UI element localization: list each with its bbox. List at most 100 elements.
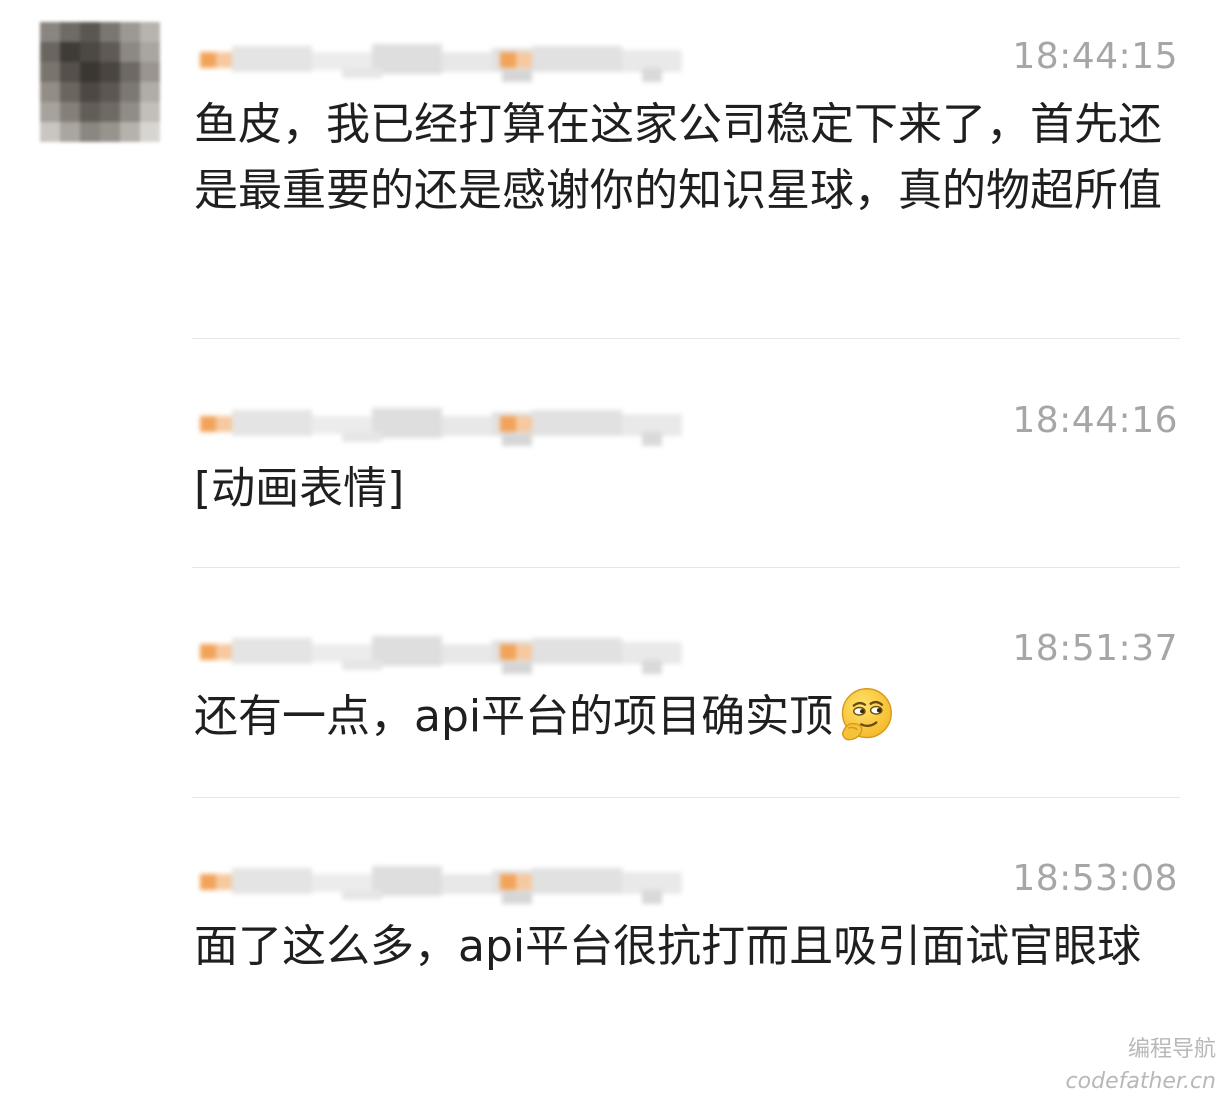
- redaction-block: [232, 46, 312, 72]
- message-timestamp: 18:44:16: [1012, 400, 1178, 441]
- redaction-block: [502, 434, 532, 446]
- avatar-pixel: [80, 122, 100, 142]
- redaction-block: [516, 644, 532, 660]
- sender-name-redacted[interactable]: [192, 402, 852, 446]
- redaction-block: [200, 52, 216, 68]
- avatar-pixel: [120, 22, 140, 42]
- redaction-block: [372, 866, 442, 896]
- avatar-pixel: [80, 42, 100, 62]
- redaction-block: [642, 660, 662, 674]
- avatar-pixel: [120, 102, 140, 122]
- redaction-block: [216, 416, 232, 432]
- redaction-block: [502, 70, 532, 82]
- avatar-pixel: [60, 62, 80, 82]
- avatar-pixel: [120, 82, 140, 102]
- avatar-pixel: [60, 42, 80, 62]
- redaction-block: [216, 874, 232, 890]
- avatar-pixel: [60, 82, 80, 102]
- message-header: 18:51:37: [192, 620, 1182, 680]
- message-header: 18:53:08: [192, 850, 1182, 910]
- avatar-pixel: [140, 62, 160, 82]
- message-text-container: 还有一点，api平台的项目确实顶: [192, 684, 1182, 750]
- redaction-block: [372, 408, 442, 438]
- avatar-pixel: [100, 82, 120, 102]
- message-header: 18:44:16: [192, 392, 1182, 452]
- redaction-block: [502, 662, 532, 674]
- sender-name-redacted[interactable]: [192, 860, 852, 904]
- avatar[interactable]: [40, 22, 160, 142]
- avatar-pixel: [100, 22, 120, 42]
- avatar-pixel: [140, 82, 160, 102]
- message-text: 还有一点，api平台的项目确实顶: [194, 691, 834, 742]
- message-divider: [192, 797, 1180, 798]
- watermark-title: 编程导航: [1127, 1037, 1216, 1062]
- avatar-pixel: [40, 22, 60, 42]
- avatar-pixel: [80, 22, 100, 42]
- redaction-block: [442, 644, 492, 664]
- redaction-block: [216, 52, 232, 68]
- redaction-block: [642, 68, 662, 82]
- redaction-block: [232, 638, 312, 664]
- watermark: 编程导航 codefather.cn: [1066, 1034, 1216, 1098]
- redaction-block: [516, 874, 532, 890]
- avatar-pixel: [120, 42, 140, 62]
- avatar-pixel: [140, 102, 160, 122]
- redaction-block: [342, 660, 382, 670]
- redaction-block: [342, 432, 382, 442]
- avatar-pixel: [100, 42, 120, 62]
- redaction-block: [442, 52, 492, 72]
- redaction-block: [200, 644, 216, 660]
- redaction-block: [532, 410, 622, 436]
- watermark-domain: codefather.cn: [1065, 1069, 1216, 1094]
- message-divider: [192, 567, 1180, 568]
- message-timestamp: 18:53:08: [1012, 858, 1178, 899]
- redaction-block: [200, 874, 216, 890]
- redaction-block: [500, 644, 516, 660]
- message-text: 鱼皮，我已经打算在这家公司稳定下来了，首先还是最重要的还是感谢你的知识星球，真的…: [194, 99, 1162, 216]
- avatar-pixel: [60, 22, 80, 42]
- redaction-block: [442, 416, 492, 436]
- chat-message: 18:44:16 [动画表情]: [192, 392, 1182, 522]
- avatar-pixel: [120, 122, 140, 142]
- redaction-block: [442, 874, 492, 894]
- smirk-thinking-emoji-icon: [841, 688, 893, 741]
- redaction-block: [232, 410, 312, 436]
- redaction-block: [372, 636, 442, 666]
- redaction-block: [532, 638, 622, 664]
- redaction-block: [500, 416, 516, 432]
- chat-message: 18:53:08 面了这么多，api平台很抗打而且吸引面试官眼球: [192, 850, 1182, 980]
- avatar-pixel: [120, 62, 140, 82]
- avatar-pixel: [80, 102, 100, 122]
- redaction-block: [232, 868, 312, 894]
- avatar-pixel: [100, 62, 120, 82]
- sender-name-redacted[interactable]: [192, 630, 852, 674]
- redaction-block: [342, 890, 382, 900]
- avatar-pixel: [40, 102, 60, 122]
- sender-name-redacted[interactable]: [192, 38, 852, 82]
- avatar-pixel: [40, 82, 60, 102]
- avatar-pixel: [60, 122, 80, 142]
- avatar-pixel: [40, 42, 60, 62]
- redaction-block: [642, 432, 662, 446]
- avatar-pixel: [40, 62, 60, 82]
- avatar-pixel: [140, 42, 160, 62]
- message-timestamp: 18:44:15: [1012, 36, 1178, 77]
- message-timestamp: 18:51:37: [1012, 628, 1178, 669]
- redaction-block: [500, 874, 516, 890]
- redaction-block: [516, 416, 532, 432]
- avatar-pixel: [60, 102, 80, 122]
- redaction-block: [200, 416, 216, 432]
- avatar-pixel: [80, 82, 100, 102]
- chat-message: 18:44:15 鱼皮，我已经打算在这家公司稳定下来了，首先还是最重要的还是感谢…: [192, 28, 1182, 224]
- redaction-block: [642, 890, 662, 904]
- avatar-pixel: [80, 62, 100, 82]
- redaction-block: [516, 52, 532, 68]
- redaction-block: [502, 892, 532, 904]
- redaction-block: [500, 52, 516, 68]
- redaction-block: [372, 44, 442, 74]
- message-text: [动画表情]: [194, 463, 405, 514]
- redaction-block: [532, 868, 622, 894]
- avatar-pixel: [140, 122, 160, 142]
- avatar-pixel: [100, 122, 120, 142]
- avatar-pixel: [140, 22, 160, 42]
